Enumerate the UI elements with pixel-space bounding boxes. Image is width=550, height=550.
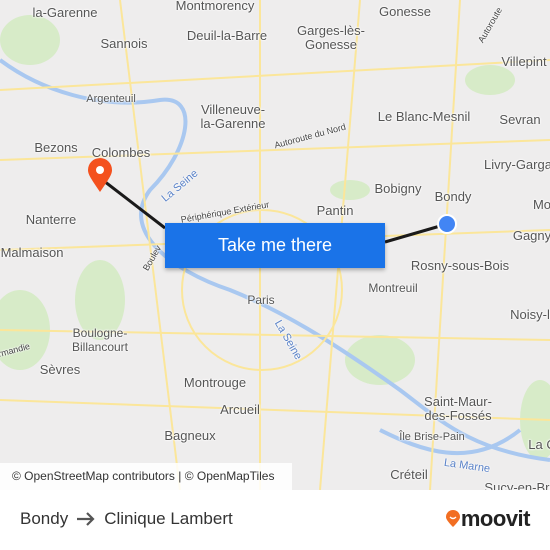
map-label: Paris — [247, 293, 275, 307]
map-label: Malmaison — [0, 245, 64, 260]
map-label: Sucy-en-Brie — [484, 480, 550, 491]
map-label: Garges-lès- Gonesse — [297, 23, 365, 52]
destination-pin-icon — [88, 158, 112, 192]
map-label: Villeneuve- la-Garenne — [200, 102, 266, 131]
map-label: Créteil — [390, 467, 428, 482]
map-label: Bagneux — [164, 428, 216, 443]
map-label: Montrouge — [183, 375, 247, 390]
map-label: Saint-Maur- des-Fossés — [424, 394, 492, 423]
map-label: Bondy — [434, 189, 472, 204]
destination-name: Clinique Lambert — [104, 509, 233, 528]
map-label: Bezons — [34, 140, 78, 155]
map-label: Deuil-la-Barre — [186, 28, 268, 43]
arrow-right-icon — [77, 512, 95, 526]
map-label: Sevran — [499, 112, 541, 127]
map-label: Montreuil — [368, 281, 418, 295]
map-label: Villepint — [501, 54, 547, 69]
map-label: Gagny — [512, 228, 550, 243]
map-label: Île Brise-Pain — [399, 431, 465, 443]
map-label: Colombes — [91, 145, 151, 160]
map-label: Le Blanc-Mesnil — [377, 109, 471, 124]
map-label: Montmorency — [175, 0, 255, 13]
map-label: Nanterre — [25, 212, 77, 227]
take-me-there-button[interactable]: Take me there — [165, 223, 385, 268]
map-label: La C — [528, 437, 550, 452]
map-label: Sannois — [100, 36, 148, 51]
map-label: Pantin — [316, 203, 354, 218]
map-label: Argenteuil — [86, 93, 136, 105]
brand-name: moovit — [460, 506, 531, 531]
moovit-logo: moovit — [445, 506, 531, 532]
map-label: Bobigny — [374, 181, 422, 196]
map-label: Livry-Garga — [484, 157, 550, 172]
map[interactable]: la-Garenne Montmorency Gonesse Sannois D… — [0, 0, 550, 490]
origin-marker-icon — [437, 214, 457, 234]
footer: Bondy Clinique Lambert moovit — [0, 490, 550, 550]
map-label: la-Garenne — [32, 5, 98, 20]
map-label: Sèvres — [39, 362, 81, 377]
map-label: Gonesse — [378, 4, 432, 19]
origin-name: Bondy — [20, 509, 69, 528]
map-label: Noisy-l — [510, 307, 550, 322]
map-label: Rosny-sous-Bois — [410, 258, 510, 273]
map-attribution[interactable]: © OpenStreetMap contributors | © OpenMap… — [0, 463, 292, 490]
map-label: Arcueil — [220, 402, 260, 417]
map-label: Boulogne- Billancourt — [71, 326, 129, 354]
map-label: Mo — [532, 197, 550, 212]
moovit-pin-icon — [445, 510, 460, 527]
route-summary: Bondy Clinique Lambert — [20, 509, 233, 529]
